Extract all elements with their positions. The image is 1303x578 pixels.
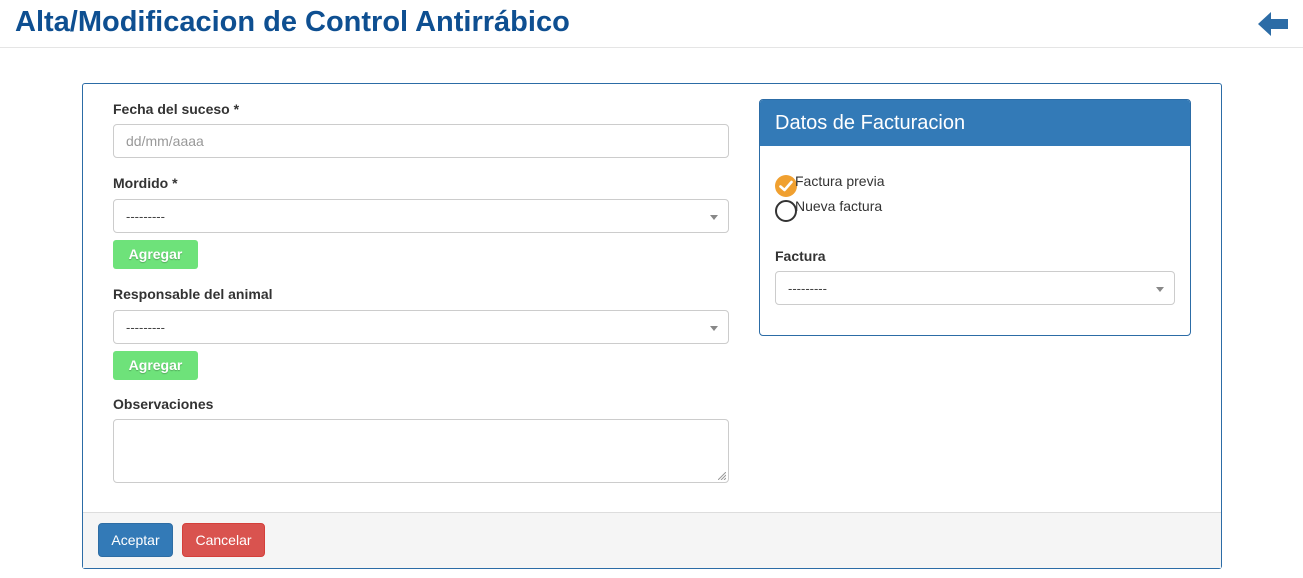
fecha-label: Fecha del suceso * <box>113 101 240 117</box>
page-header: Alta/Modificacion de Control Antirrábico <box>0 0 1303 48</box>
control-form-panel: Fecha del suceso * Mordido * --------- A… <box>82 83 1222 569</box>
add-mordido-button[interactable]: Agregar <box>113 240 198 269</box>
observaciones-label: Observaciones <box>113 396 214 412</box>
factura-previa-label: Factura previa <box>795 173 885 189</box>
caret-down-icon <box>710 215 718 220</box>
radio-nueva-factura[interactable] <box>775 200 797 222</box>
observaciones-textarea[interactable] <box>113 419 729 483</box>
arrow-left-icon <box>1258 12 1288 36</box>
responsable-label: Responsable del animal <box>113 286 273 302</box>
caret-down-icon <box>710 326 718 331</box>
factura-select-value: --------- <box>788 281 827 296</box>
caret-down-icon <box>1156 287 1164 292</box>
billing-header: Datos de Facturacion <box>760 100 1190 146</box>
add-responsable-button[interactable]: Agregar <box>113 351 198 380</box>
mordido-label: Mordido * <box>113 175 178 191</box>
responsable-select[interactable]: --------- <box>113 310 729 344</box>
back-button[interactable] <box>1256 10 1290 38</box>
cancel-button[interactable]: Cancelar <box>182 523 265 557</box>
panel-footer: Aceptar Cancelar <box>83 512 1221 568</box>
mordido-select-value: --------- <box>126 209 165 224</box>
accept-button[interactable]: Aceptar <box>98 523 173 557</box>
fecha-input[interactable] <box>113 124 729 158</box>
resize-grip-icon[interactable] <box>718 472 726 480</box>
radio-factura-previa[interactable] <box>775 175 797 197</box>
mordido-select[interactable]: --------- <box>113 199 729 233</box>
factura-label: Factura <box>775 248 826 264</box>
page-title: Alta/Modificacion de Control Antirrábico <box>15 6 570 38</box>
billing-box: Datos de Facturacion Factura previa Nuev… <box>759 99 1191 336</box>
check-icon <box>779 180 793 192</box>
responsable-select-value: --------- <box>126 320 165 335</box>
nueva-factura-label: Nueva factura <box>795 198 883 214</box>
factura-select[interactable]: --------- <box>775 271 1175 305</box>
billing-title: Datos de Facturacion <box>775 112 966 134</box>
